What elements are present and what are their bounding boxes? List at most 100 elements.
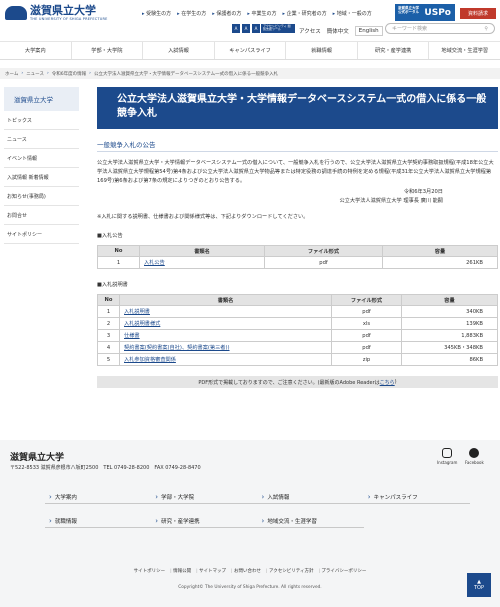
audience-link[interactable]: 保護者の方: [212, 10, 241, 17]
footer-link-faculties[interactable]: 学部・大学院: [151, 490, 258, 504]
site-logo[interactable]: 滋賀県立大学 THE UNIVERSITY OF SHIGA PREFECTUR…: [5, 5, 108, 21]
cell-size: 86KB: [401, 353, 498, 367]
audience-link[interactable]: 受験生の方: [142, 10, 171, 17]
utility-links: アクセス 簡体中文 English: [299, 26, 383, 36]
nav-item-about[interactable]: 大学案内: [0, 42, 72, 59]
breadcrumb-separator: ›: [89, 71, 91, 76]
footer-privacy[interactable]: プライバシーポリシー: [318, 568, 366, 574]
sidebar-item-topics[interactable]: トピックス: [4, 111, 79, 130]
footer-link-research[interactable]: 研究・産学連携: [151, 514, 258, 528]
nav-item-campus-life[interactable]: キャンパスライフ: [215, 42, 287, 59]
facebook-link[interactable]: Facebook: [465, 448, 484, 465]
font-size-icon[interactable]: A: [252, 24, 260, 33]
document-link[interactable]: 入札公告: [144, 260, 165, 266]
breadcrumb-current: 公立大学法人滋賀県立大学・大学情報データベースシステム一式の借入に係る一般競争入…: [93, 71, 279, 77]
footer-accessibility[interactable]: アクセシビリティ方針: [266, 568, 314, 574]
sidebar-item-contact[interactable]: お問合せ: [4, 206, 79, 225]
col-no: No: [97, 294, 120, 307]
sidebar-item-notices[interactable]: お知らせ(事務局): [4, 187, 79, 206]
page-title: 公立大学法人滋賀県立大学・大学情報データベースシステム一式の借入に係る一般競争入…: [97, 87, 498, 129]
site-footer: 滋賀県立大学 〒522-8533 滋賀県彦根市八坂町2500 TEL 0749-…: [0, 440, 500, 607]
instagram-icon: [442, 448, 453, 458]
sidebar: 滋賀県立大学 トピックス ニュース イベント情報 入試情報 新着情報 お知らせ(…: [4, 87, 79, 388]
copyright: Copyright© The University of Shiga Prefe…: [178, 585, 322, 590]
footer-site-policy[interactable]: サイトポリシー: [134, 568, 166, 574]
breadcrumb-separator: ›: [46, 71, 49, 76]
footer-contact[interactable]: お問い合わせ: [231, 568, 261, 574]
nav-item-admissions[interactable]: 入試情報: [143, 42, 215, 59]
global-nav: 大学案内 学部・大学院 入試情報 キャンパスライフ 就職情報 研究・産学連携 地…: [0, 42, 500, 60]
cell-size: 345KB・348KB: [401, 341, 498, 355]
breadcrumb-news[interactable]: ニュース: [26, 71, 44, 77]
lang-chinese[interactable]: 簡体中文: [327, 27, 349, 35]
sidebar-item-news[interactable]: ニュース: [4, 130, 79, 149]
footer-link-about[interactable]: 大学案内: [45, 490, 152, 504]
lang-english[interactable]: English: [354, 26, 383, 36]
access-link[interactable]: アクセス: [299, 27, 321, 35]
logo-text: 滋賀県立大学: [30, 4, 96, 17]
facebook-icon: [469, 448, 480, 458]
nav-item-community[interactable]: 地域交流・生涯学習: [429, 42, 500, 59]
sidebar-title[interactable]: 滋賀県立大学: [4, 87, 79, 111]
bid-notice-table: No 書類名 ファイル形式 容量 1 入札公告 pdf 261KB: [97, 245, 498, 270]
accessibility-tool-banner[interactable]: アクセシビリティ 閲覧支援ツール: [261, 24, 295, 33]
table-row: 2 入札説明書様式 xls 139KB: [97, 317, 498, 331]
document-link[interactable]: 入札参加資格審査関係: [124, 357, 176, 363]
cell-size: 139KB: [401, 317, 498, 331]
table-row: 1 入札公告 pdf 261KB: [97, 256, 498, 270]
search-icon[interactable]: ⚲: [484, 26, 488, 32]
footer-disclosure[interactable]: 情報公開: [170, 568, 191, 574]
cell-no: 4: [97, 341, 120, 355]
cell-document: 入札公告: [139, 256, 265, 270]
cell-document: 入札説明書: [119, 305, 332, 319]
document-link[interactable]: 入札説明書: [124, 309, 150, 315]
nav-item-faculties[interactable]: 学部・大学院: [72, 42, 144, 59]
back-to-top-label: TOP: [473, 585, 484, 591]
font-size-icon[interactable]: A: [232, 24, 240, 33]
uspo-small-text: 滋賀県立大学 公式ポータル: [398, 6, 419, 14]
cell-format: pdf: [331, 329, 402, 343]
pdf-notice-end: ): [394, 379, 397, 386]
uspo-banner[interactable]: 滋賀県立大学 公式ポータル USPo: [395, 4, 455, 21]
sidebar-item-admissions-news[interactable]: 入試情報 新着情報: [4, 168, 79, 187]
sidebar-item-events[interactable]: イベント情報: [4, 149, 79, 168]
adobe-reader-link[interactable]: こちら: [380, 379, 395, 386]
cell-size: 261KB: [382, 256, 498, 270]
announcement-signature: 令和6年3月20日 公立大学法人滋賀県立大学 理事長 廣川 能嗣: [97, 188, 498, 206]
footer-link-community[interactable]: 地域交流・生涯学習: [257, 514, 364, 528]
footer-link-campus-life[interactable]: キャンパスライフ: [363, 490, 470, 504]
font-size-controls: A A A: [232, 24, 260, 33]
search-input[interactable]: キーワード検索 ⚲: [385, 23, 495, 34]
main-area: 滋賀県立大学 トピックス ニュース イベント情報 入試情報 新着情報 お知らせ(…: [0, 87, 500, 389]
audience-link[interactable]: 地域・一般の方: [333, 10, 372, 17]
audience-link[interactable]: 卒業生の方: [247, 10, 276, 17]
back-to-top-button[interactable]: ▲ TOP: [467, 573, 491, 597]
cell-no: 1: [97, 305, 120, 319]
table2-title: ■入札説明書: [97, 282, 128, 289]
breadcrumb-separator: ›: [21, 71, 24, 76]
audience-link[interactable]: 在学生の方: [177, 10, 206, 17]
breadcrumb-year[interactable]: 令和6年度の情報: [52, 71, 86, 77]
audience-link[interactable]: 企業・研究者の方: [283, 10, 327, 17]
announcement-signer: 公立大学法人滋賀県立大学 理事長 廣川 能嗣: [339, 198, 443, 205]
breadcrumb-home[interactable]: ホーム: [5, 71, 18, 77]
cell-no: 5: [97, 353, 120, 367]
footer-link-admissions[interactable]: 入試情報: [257, 490, 364, 504]
cell-document: 契約書案(契約書案(自社)、契約書案(第三者)): [119, 341, 332, 355]
footer-sitemap[interactable]: サイトマップ: [196, 568, 226, 574]
instagram-link[interactable]: Instagram: [437, 448, 457, 465]
sidebar-item-site-policy[interactable]: サイトポリシー: [4, 225, 79, 244]
document-link[interactable]: 仕様書: [124, 333, 140, 339]
nav-item-research[interactable]: 研究・産学連携: [358, 42, 430, 59]
nav-item-careers[interactable]: 就職情報: [286, 42, 358, 59]
document-link[interactable]: 契約書案(契約書案(自社)、契約書案(第三者)): [124, 345, 230, 351]
document-link[interactable]: 入札説明書様式: [124, 321, 160, 327]
footer-link-careers[interactable]: 就職情報: [45, 514, 152, 528]
col-size: 容量: [382, 245, 498, 258]
search-placeholder: キーワード検索: [392, 26, 428, 32]
font-size-icon[interactable]: A: [242, 24, 250, 33]
uspo-label: USPo: [424, 7, 451, 18]
request-materials-button[interactable]: 資料請求: [460, 8, 496, 19]
col-format: ファイル形式: [264, 245, 383, 258]
cell-size: 1,883KB: [401, 329, 498, 343]
